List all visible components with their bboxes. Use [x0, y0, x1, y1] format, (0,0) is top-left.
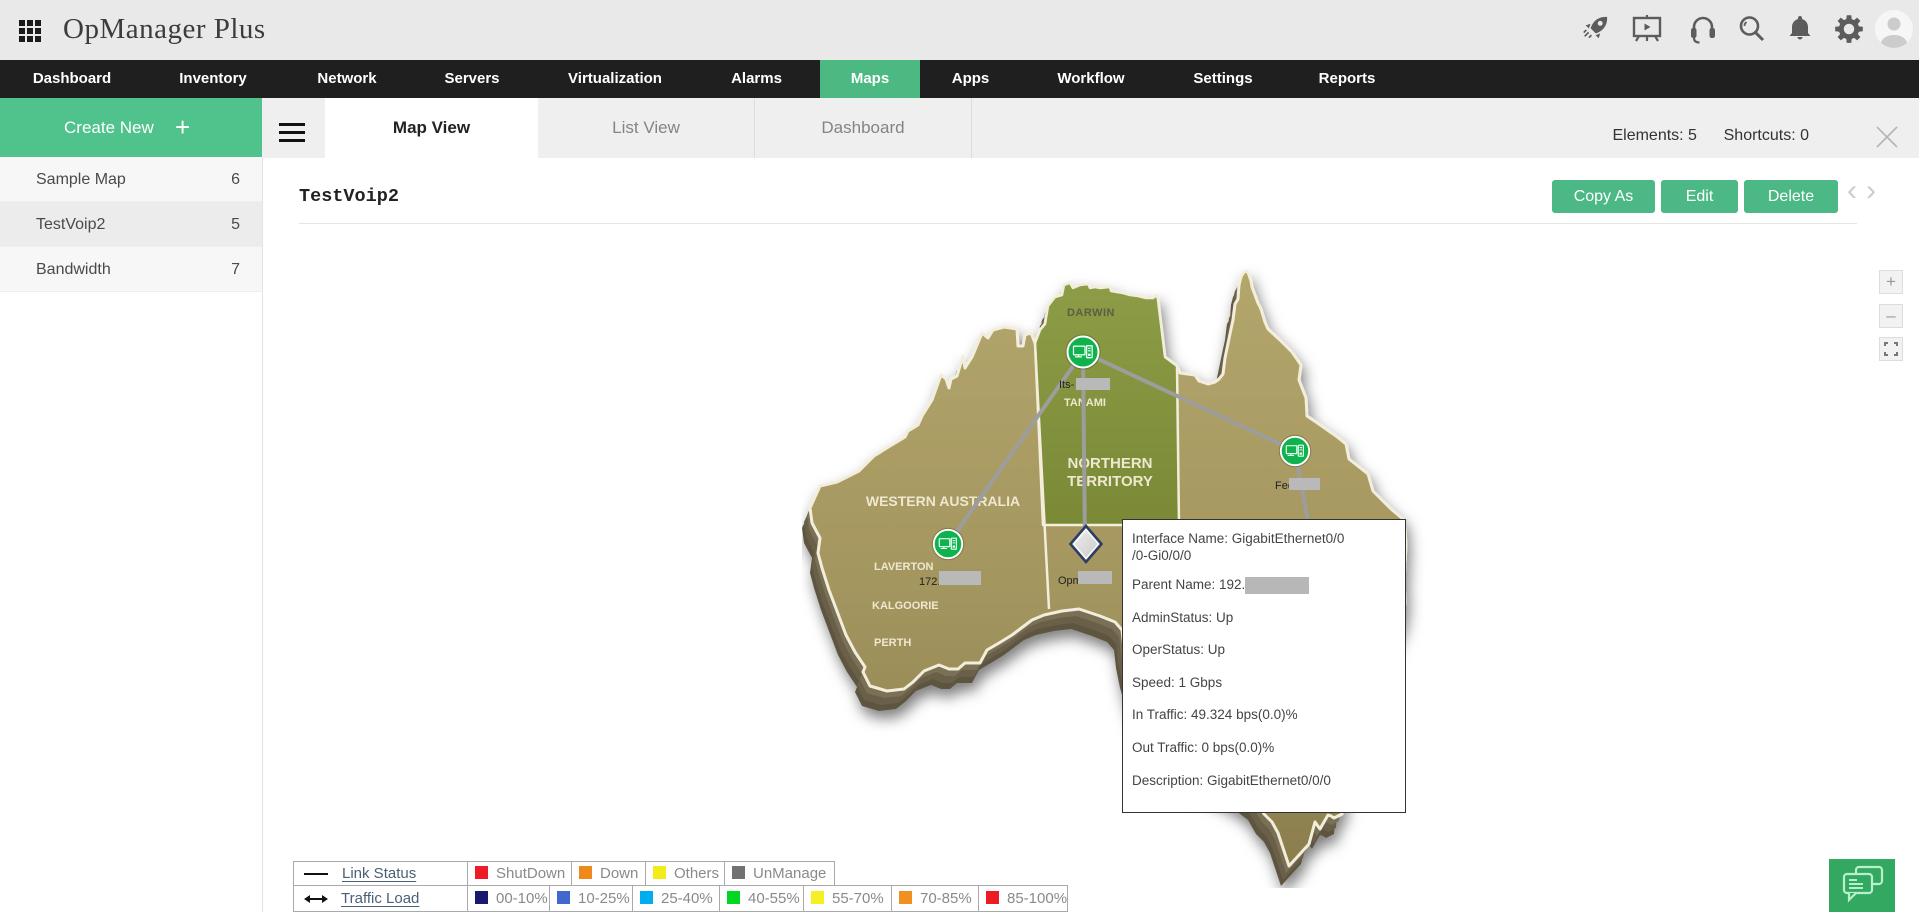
svg-text:WESTERN AUSTRALIA: WESTERN AUSTRALIA: [866, 493, 1020, 509]
svg-text:172.: 172.: [919, 576, 940, 588]
svg-text:Its-: Its-: [1059, 379, 1075, 391]
svg-text:PERTH: PERTH: [874, 637, 911, 649]
svg-text:LAVERTON: LAVERTON: [874, 561, 934, 573]
svg-text:TERRITORY: TERRITORY: [1067, 473, 1153, 490]
svg-text:KALGOORIE: KALGOORIE: [872, 600, 939, 612]
svg-text:DARWIN: DARWIN: [1067, 307, 1115, 319]
svg-text:NORTHERN: NORTHERN: [1068, 455, 1153, 472]
